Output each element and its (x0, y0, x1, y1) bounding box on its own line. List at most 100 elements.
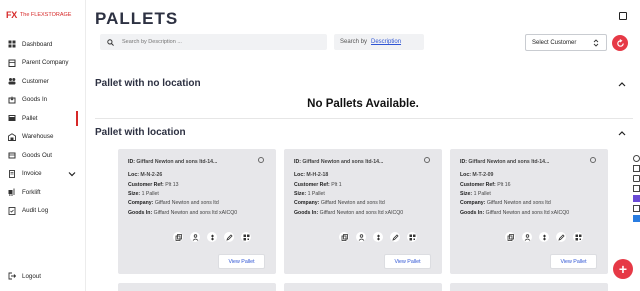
card-field-label: Loc: (460, 172, 471, 178)
card-field-value: 1 Pallet (307, 191, 325, 197)
add-pallet-button[interactable]: + (613, 259, 633, 279)
sidebar-item-customer[interactable]: Customer (0, 72, 86, 91)
edit-icon (225, 233, 233, 241)
sidebar-item-audit-log[interactable]: Audit Log (0, 202, 86, 221)
customer-select[interactable]: Select Customer (525, 34, 607, 51)
side-tool-strip (631, 155, 640, 225)
sidebar-item-invoice[interactable]: Invoice (0, 165, 86, 184)
refresh-button[interactable] (612, 35, 628, 51)
edit-icon (557, 233, 565, 241)
tool-blue-icon[interactable] (633, 215, 640, 222)
user-button[interactable] (522, 232, 532, 242)
qr-code-icon (243, 234, 249, 240)
copy-icon (341, 233, 348, 241)
logout-button[interactable]: Logout (8, 272, 41, 280)
card-field-label: Size: (128, 191, 141, 197)
view-pallet-button[interactable]: View Pallet (550, 254, 597, 269)
card-field-value: Giffard Newton and sons ltd (320, 200, 385, 206)
sidebar-item-label: Goods Out (22, 151, 52, 159)
card-field-company: Company: Giffard Newton and sons ltd (294, 200, 385, 206)
card-field-label: Loc: (294, 172, 305, 178)
search-by-selector[interactable]: Search by Description (334, 34, 424, 50)
card-field-value: Plt 16 (497, 182, 511, 188)
tool-note-icon[interactable] (633, 185, 640, 192)
sidebar-item-label: Pallet (22, 114, 38, 122)
sidebar-item-forklift[interactable]: Forklift (0, 183, 86, 202)
people-icon (8, 77, 16, 85)
select-radio[interactable] (424, 157, 430, 163)
move-button[interactable] (207, 232, 217, 242)
view-pallet-button[interactable]: View Pallet (218, 254, 265, 269)
sidebar-item-warehouse[interactable]: Warehouse (0, 128, 86, 147)
user-button[interactable] (190, 232, 200, 242)
card-field-loc: Loc: M-T-2-09 (460, 172, 493, 178)
user-button[interactable] (356, 232, 366, 242)
move-button[interactable] (373, 232, 383, 242)
search-bar[interactable] (100, 34, 327, 50)
pallet-card[interactable]: ID: Giffard Newton and sons ltd-14... Loc… (450, 149, 608, 274)
card-actions (339, 232, 417, 242)
card-field-label: Company: (294, 200, 320, 206)
select-radio[interactable] (590, 157, 596, 163)
move-button[interactable] (539, 232, 549, 242)
refresh-icon (616, 38, 624, 47)
edit-button[interactable] (390, 232, 400, 242)
brand[interactable]: FX The FLEXSTORAGE (6, 10, 71, 20)
card-field-value: Giffard Newton and sons ltd xAICQ0 (319, 210, 404, 216)
sidebar-item-goods-out[interactable]: Goods Out (0, 146, 86, 165)
pallet-card[interactable]: ID: Giffard Newton and sons ltd-14... Loc… (118, 149, 276, 274)
user-icon (358, 233, 364, 241)
card-field-label: Size: (460, 191, 473, 197)
card-field-size: Size: 1 Pallet (294, 191, 325, 197)
edit-button[interactable] (556, 232, 566, 242)
brand-logo: FX (6, 10, 17, 20)
collapse-chevron-icon[interactable] (618, 81, 626, 87)
card-field-value: Giffard Newton and sons ltd (154, 200, 219, 206)
chevron-down-icon[interactable] (68, 170, 76, 178)
window-toggle-icon[interactable] (619, 12, 627, 20)
forklift-icon (8, 188, 16, 197)
card-field-value: Giffard Newton and sons ltd xAICQ0 (485, 210, 570, 216)
sidebar-item-parent-company[interactable]: Parent Company (0, 54, 86, 73)
goods-out-icon (8, 151, 16, 159)
pallet-card[interactable]: ID: Giffard Newton and sons ltd-14... Loc… (284, 149, 442, 274)
card-field-label: ID: (128, 159, 135, 165)
sidebar-item-goods-in[interactable]: Goods In (0, 91, 86, 110)
card-field-value: M-N-2-26 (140, 172, 163, 178)
dashboard-icon (8, 40, 16, 48)
card-field-size: Size: 1 Pallet (128, 191, 159, 197)
search-input[interactable] (122, 39, 302, 45)
tool-circle-icon[interactable] (633, 155, 640, 162)
sidebar-item-label: Forklift (22, 188, 41, 196)
search-by-link[interactable]: Description (371, 39, 401, 45)
tool-copy-icon[interactable] (633, 165, 640, 172)
copy-button[interactable] (505, 232, 515, 242)
tool-purple-icon[interactable] (633, 195, 640, 202)
card-field-label: Company: (128, 200, 154, 206)
qr-code-button[interactable] (573, 232, 583, 242)
tool-grid-icon[interactable] (633, 205, 640, 212)
card-field-loc: Loc: M-H-2-18 (294, 172, 328, 178)
card-field-size: Size: 1 Pallet (460, 191, 491, 197)
copy-button[interactable] (339, 232, 349, 242)
logout-icon (8, 272, 16, 280)
search-by-label: Search by (340, 39, 368, 45)
sidebar-item-pallet[interactable]: Pallet (0, 109, 86, 128)
qr-code-button[interactable] (241, 232, 251, 242)
edit-button[interactable] (224, 232, 234, 242)
audit-icon (8, 206, 16, 215)
copy-button[interactable] (173, 232, 183, 242)
sidebar-item-dashboard[interactable]: Dashboard (0, 35, 86, 54)
tool-link-icon[interactable] (633, 175, 640, 182)
logout-label: Logout (22, 272, 41, 280)
card-field-value: Giffard Newton and sons ltd-14... (136, 159, 218, 165)
move-icon (210, 234, 214, 240)
collapse-chevron-icon[interactable] (618, 130, 626, 136)
move-icon (542, 234, 546, 240)
select-radio[interactable] (258, 157, 264, 163)
card-field-label: Customer Ref: (460, 182, 496, 188)
view-pallet-button[interactable]: View Pallet (384, 254, 431, 269)
plus-icon: + (618, 261, 628, 277)
qr-code-button[interactable] (407, 232, 417, 242)
main-content: PALLETS Search by Description Select Cus… (86, 0, 640, 291)
